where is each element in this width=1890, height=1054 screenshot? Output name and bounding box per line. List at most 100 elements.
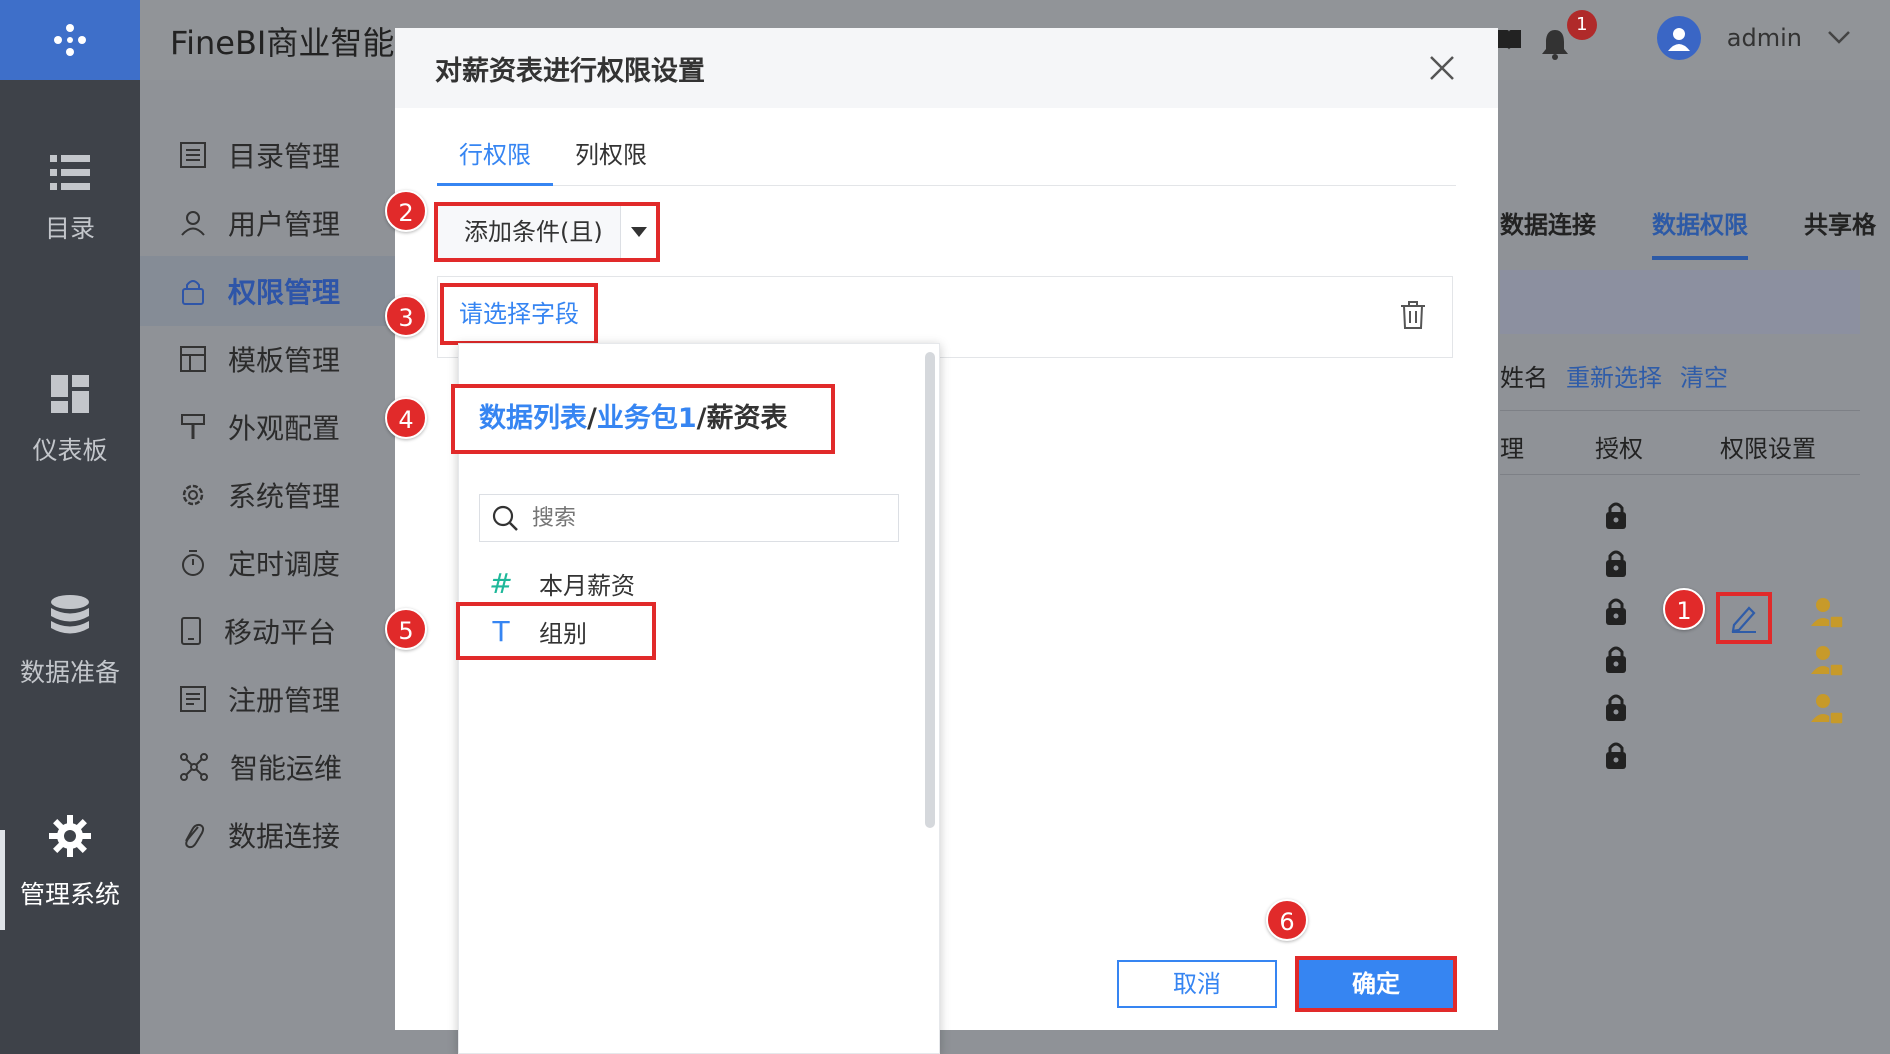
submenu-label: 目录管理	[228, 140, 341, 173]
avatar[interactable]	[1656, 16, 1701, 60]
tab-data-connection[interactable]: 数据连接	[1500, 205, 1596, 260]
submenu-item-permissions[interactable]: 权限管理	[140, 256, 400, 326]
user-lock-icon[interactable]	[1810, 692, 1844, 726]
lock-icon[interactable]	[1605, 500, 1627, 530]
submenu-item-templates[interactable]: 模板管理	[140, 324, 400, 394]
path-segment[interactable]: 业务包1	[597, 403, 697, 434]
edit-icon	[1731, 606, 1756, 633]
lock-icon[interactable]	[1605, 596, 1627, 626]
settings-icon	[182, 484, 204, 506]
book-icon[interactable]	[1496, 28, 1522, 52]
dataset-path: 数据列表/业务包1/薪资表	[451, 384, 835, 454]
username[interactable]: admin	[1727, 24, 1802, 52]
user-lock-icon[interactable]	[1810, 644, 1844, 678]
confirm-button[interactable]: 确定	[1299, 960, 1453, 1008]
brush-icon	[181, 414, 205, 439]
trash-icon[interactable]	[1400, 300, 1426, 330]
bell-icon	[1541, 30, 1568, 60]
reselect-link[interactable]: 重新选择	[1566, 358, 1662, 393]
name-fragment: 姓名	[1500, 364, 1548, 392]
submenu-item-ops[interactable]: 智能运维	[140, 732, 400, 802]
tab-data-permission[interactable]: 数据权限	[1652, 205, 1748, 260]
path-separator: /	[696, 403, 707, 434]
field-search	[479, 494, 899, 542]
step-marker: 6	[1266, 899, 1308, 941]
user-lock-icon[interactable]	[1810, 596, 1844, 630]
tab-share[interactable]: 共享格	[1804, 205, 1876, 260]
background-links: 姓名 重新选择 清空	[1500, 358, 1728, 393]
submenu-label: 移动平台	[224, 616, 337, 649]
tab-row-permission[interactable]: 行权限	[437, 138, 553, 186]
nav-item-admin[interactable]: 管理系统	[0, 815, 140, 911]
app-logo[interactable]	[0, 0, 140, 80]
search-icon	[492, 505, 518, 531]
step-marker: 3	[385, 295, 427, 337]
add-condition-label: 添加条件(且)	[438, 206, 620, 258]
submenu-item-connections[interactable]: 数据连接	[140, 800, 400, 870]
user-avatar-icon	[1667, 28, 1690, 51]
background-band	[1500, 270, 1860, 334]
submenu-item-appearance[interactable]: 外观配置	[140, 392, 400, 462]
add-condition-button[interactable]: 添加条件(且)	[434, 202, 660, 262]
background-table-header: 理 授权 权限设置	[1500, 410, 1860, 475]
submenu-item-schedule[interactable]: 定时调度	[140, 528, 400, 598]
lock-icon[interactable]	[1605, 548, 1627, 578]
submenu-item-catalog[interactable]: 目录管理	[140, 120, 400, 190]
column-header: 理	[1500, 435, 1524, 463]
left-nav: 目录 仪表板 数据准备 管理系统	[0, 0, 140, 1054]
lock-icon[interactable]	[1605, 692, 1627, 722]
field-option[interactable]: # 本月薪资	[489, 560, 635, 606]
field-search-input[interactable]	[532, 505, 872, 531]
dialog-title: 对薪资表进行权限设置	[395, 28, 1498, 108]
nav-item-label: 管理系统	[19, 880, 120, 909]
submenu-label: 智能运维	[230, 752, 343, 785]
field-select[interactable]: 请选择字段	[440, 283, 598, 345]
field-dropdown: 数据列表/业务包1/薪资表 # 本月薪资 T 组别	[451, 343, 940, 1054]
add-condition-dropdown[interactable]	[620, 206, 656, 258]
lock-icon[interactable]	[1605, 740, 1627, 770]
submenu-label: 定时调度	[228, 548, 341, 581]
annotation-box	[456, 602, 656, 660]
nav-item-label: 目录	[44, 214, 95, 243]
timer-icon	[182, 550, 204, 576]
column-header: 权限设置	[1720, 435, 1816, 463]
permission-edit-button[interactable]	[1716, 592, 1772, 644]
submenu-label: 外观配置	[228, 412, 341, 445]
lock-icon[interactable]	[1605, 644, 1627, 674]
register-icon	[180, 686, 206, 712]
nav-item-label: 仪表板	[32, 436, 108, 465]
close-icon[interactable]	[1428, 54, 1456, 82]
caret-down-icon	[630, 227, 647, 237]
mobile-icon	[181, 617, 201, 645]
admin-submenu: 目录管理 用户管理 权限管理 模板管理 外观配置 系统管理 定时调度 移动平台 …	[140, 80, 400, 1054]
nav-item-data-prep[interactable]: 数据准备	[0, 595, 140, 689]
submenu-item-users[interactable]: 用户管理	[140, 188, 400, 258]
nav-item-dashboard[interactable]: 仪表板	[0, 375, 140, 467]
nav-item-label: 数据准备	[19, 658, 120, 687]
step-marker: 1	[1663, 588, 1705, 630]
submenu-item-mobile[interactable]: 移动平台	[140, 596, 400, 666]
submenu-item-register[interactable]: 注册管理	[140, 664, 400, 734]
step-marker: 4	[385, 397, 427, 439]
app-title: FineBI商业智能	[170, 24, 395, 62]
notification-button[interactable]: 1	[1541, 10, 1597, 60]
tab-column-permission[interactable]: 列权限	[553, 138, 669, 186]
nav-item-catalog[interactable]: 目录	[0, 155, 140, 245]
submenu-label: 用户管理	[228, 208, 341, 241]
path-segment[interactable]: 数据列表	[479, 403, 587, 434]
submenu-label: 权限管理	[228, 276, 341, 309]
dropdown-scrollbar[interactable]	[925, 352, 935, 828]
chevron-down-icon[interactable]	[1828, 31, 1850, 45]
step-marker: 2	[385, 190, 427, 232]
database-icon	[51, 595, 89, 634]
template-icon	[180, 346, 206, 372]
dashboard-icon	[51, 375, 89, 413]
logo-icon	[54, 24, 86, 56]
list-icon	[50, 155, 90, 190]
nav-active-indicator	[0, 830, 5, 930]
clear-link[interactable]: 清空	[1680, 358, 1728, 393]
submenu-item-system[interactable]: 系统管理	[140, 460, 400, 530]
cancel-button[interactable]: 取消	[1117, 960, 1277, 1008]
field-name: 本月薪资	[539, 571, 635, 600]
submenu-label: 数据连接	[228, 820, 341, 853]
